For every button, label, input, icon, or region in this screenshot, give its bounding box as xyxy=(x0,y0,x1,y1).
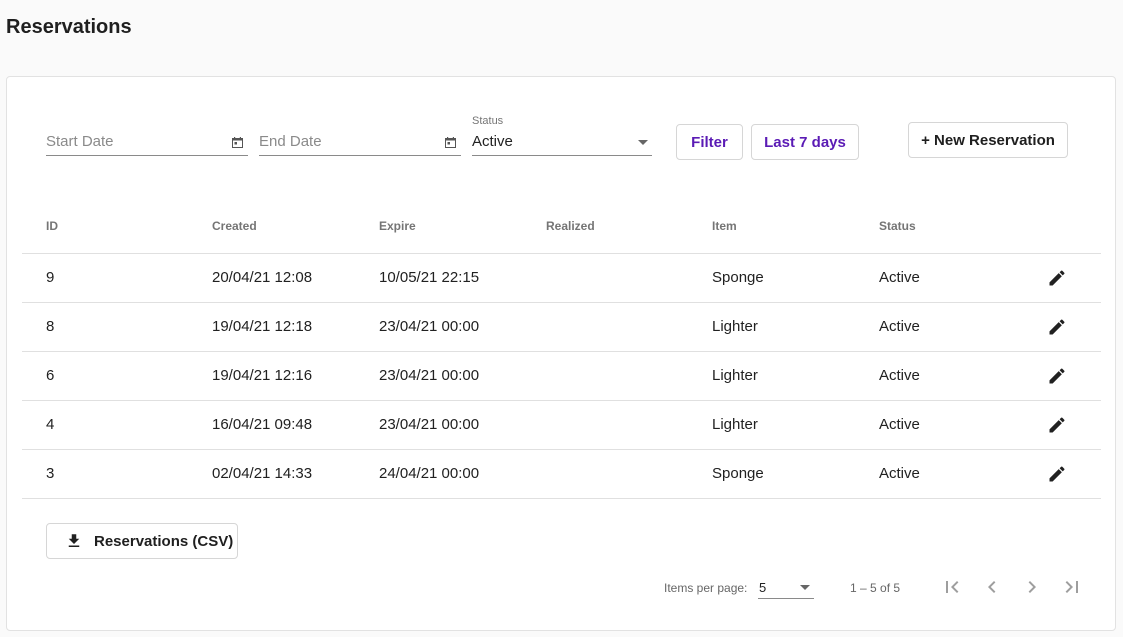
chevron-down-icon xyxy=(800,585,810,590)
next-page-icon[interactable] xyxy=(1020,575,1044,599)
cell-item: Lighter xyxy=(712,367,758,384)
cell-item: Lighter xyxy=(712,318,758,335)
new-reservation-button[interactable]: + New Reservation xyxy=(908,122,1068,158)
column-header-realized[interactable]: Realized xyxy=(546,219,595,233)
cell-expire: 23/04/21 00:00 xyxy=(379,416,480,433)
first-page-icon[interactable] xyxy=(940,575,964,599)
table-row: 8 19/04/21 12:18 23/04/21 00:00 Lighter … xyxy=(22,303,1101,352)
last-page-icon[interactable] xyxy=(1060,575,1084,599)
cell-id: 4 xyxy=(46,416,55,433)
cell-status: Active xyxy=(879,269,920,286)
column-header-status[interactable]: Status xyxy=(879,219,916,233)
end-date-placeholder: End Date xyxy=(259,133,322,150)
cell-created: 20/04/21 12:08 xyxy=(212,269,313,286)
cell-status: Active xyxy=(879,318,920,335)
items-per-page-label: Items per page: xyxy=(664,581,748,595)
cell-item: Lighter xyxy=(712,416,758,433)
cell-expire: 23/04/21 00:00 xyxy=(379,367,480,384)
table-row: 6 19/04/21 12:16 23/04/21 00:00 Lighter … xyxy=(22,352,1101,401)
last-7-days-button[interactable]: Last 7 days xyxy=(751,124,859,160)
cell-item: Sponge xyxy=(712,269,764,286)
reservations-card: Start Date End Date Status Active Filter… xyxy=(6,76,1116,631)
calendar-icon[interactable] xyxy=(232,137,243,148)
page-size-value: 5 xyxy=(759,580,767,595)
table-row: 3 02/04/21 14:33 24/04/21 00:00 Sponge A… xyxy=(22,450,1101,499)
column-header-id[interactable]: ID xyxy=(46,219,58,233)
calendar-icon[interactable] xyxy=(445,137,456,148)
table-header: ID Created Expire Realized Item Status xyxy=(22,207,1101,254)
status-value: Active xyxy=(472,133,513,150)
edit-icon[interactable] xyxy=(1047,464,1067,484)
cell-expire: 24/04/21 00:00 xyxy=(379,465,480,482)
column-header-expire[interactable]: Expire xyxy=(379,219,416,233)
edit-icon[interactable] xyxy=(1047,415,1067,435)
download-icon xyxy=(68,534,80,547)
cell-created: 19/04/21 12:16 xyxy=(212,367,313,384)
end-date-field[interactable]: End Date xyxy=(259,121,461,156)
cell-status: Active xyxy=(879,465,920,482)
cell-status: Active xyxy=(879,416,920,433)
chevron-down-icon xyxy=(638,140,648,145)
cell-id: 8 xyxy=(46,318,55,335)
page-size-select[interactable]: 5 xyxy=(758,574,814,599)
export-csv-label: Reservations (CSV) xyxy=(94,532,234,550)
cell-status: Active xyxy=(879,367,920,384)
table-row: 9 20/04/21 12:08 10/05/21 22:15 Sponge A… xyxy=(22,254,1101,303)
edit-icon[interactable] xyxy=(1047,268,1067,288)
cell-expire: 10/05/21 22:15 xyxy=(379,269,480,286)
range-label: 1 – 5 of 5 xyxy=(850,581,901,595)
edit-icon[interactable] xyxy=(1047,317,1067,337)
cell-expire: 23/04/21 00:00 xyxy=(379,318,480,335)
edit-icon[interactable] xyxy=(1047,366,1067,386)
cell-created: 19/04/21 12:18 xyxy=(212,318,313,335)
cell-id: 3 xyxy=(46,465,55,482)
cell-id: 6 xyxy=(46,367,55,384)
status-select[interactable]: Status Active xyxy=(472,115,652,156)
cell-created: 16/04/21 09:48 xyxy=(212,416,313,433)
cell-item: Sponge xyxy=(712,465,764,482)
table-row: 4 16/04/21 09:48 23/04/21 00:00 Lighter … xyxy=(22,401,1101,450)
cell-id: 9 xyxy=(46,269,55,286)
start-date-field[interactable]: Start Date xyxy=(46,121,248,156)
filter-button[interactable]: Filter xyxy=(676,124,743,160)
status-label: Status xyxy=(472,115,504,127)
page-title: Reservations xyxy=(6,16,132,38)
start-date-placeholder: Start Date xyxy=(46,133,114,150)
export-csv-button[interactable]: Reservations (CSV) xyxy=(46,523,238,559)
previous-page-icon[interactable] xyxy=(980,575,1004,599)
column-header-item[interactable]: Item xyxy=(712,219,737,233)
cell-created: 02/04/21 14:33 xyxy=(212,465,313,482)
column-header-created[interactable]: Created xyxy=(212,219,257,233)
